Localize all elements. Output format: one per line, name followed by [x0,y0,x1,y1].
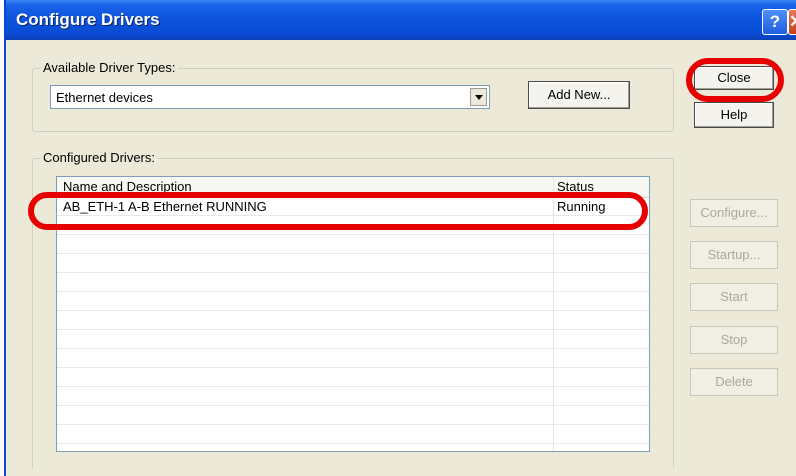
configure-button[interactable]: Configure... [690,199,778,227]
empty-row [57,292,649,311]
empty-row [57,425,649,444]
configured-drivers-label: Configured Drivers: [40,150,158,165]
title-bar[interactable]: Configure Drivers ? ✕ [6,0,796,40]
empty-row [57,235,649,254]
annotation-close-highlight [686,58,784,102]
delete-button[interactable]: Delete [690,368,778,396]
empty-row [57,368,649,387]
empty-row [57,387,649,406]
stop-button[interactable]: Stop [690,326,778,354]
driver-type-select[interactable]: Ethernet devices [50,85,490,109]
empty-row [57,330,649,349]
add-new-button[interactable]: Add New... [528,81,630,109]
driver-type-selected-value: Ethernet devices [56,90,153,105]
question-mark-icon[interactable]: ? [762,9,788,35]
empty-row [57,311,649,330]
help-button[interactable]: Help [694,102,774,128]
chevron-down-icon[interactable] [470,88,487,106]
startup-button[interactable]: Startup... [690,241,778,269]
start-button[interactable]: Start [690,283,778,311]
annotation-row-highlight [28,192,648,230]
available-driver-types-label: Available Driver Types: [40,60,179,75]
empty-row [57,349,649,368]
empty-row [57,273,649,292]
configure-drivers-window: Configure Drivers ? ✕ Available Driver T… [4,0,796,476]
dialog-bottom-edge [6,468,796,476]
close-x-icon[interactable]: ✕ [788,9,796,35]
empty-row [57,406,649,425]
window-title: Configure Drivers [16,10,160,29]
empty-row [57,254,649,273]
